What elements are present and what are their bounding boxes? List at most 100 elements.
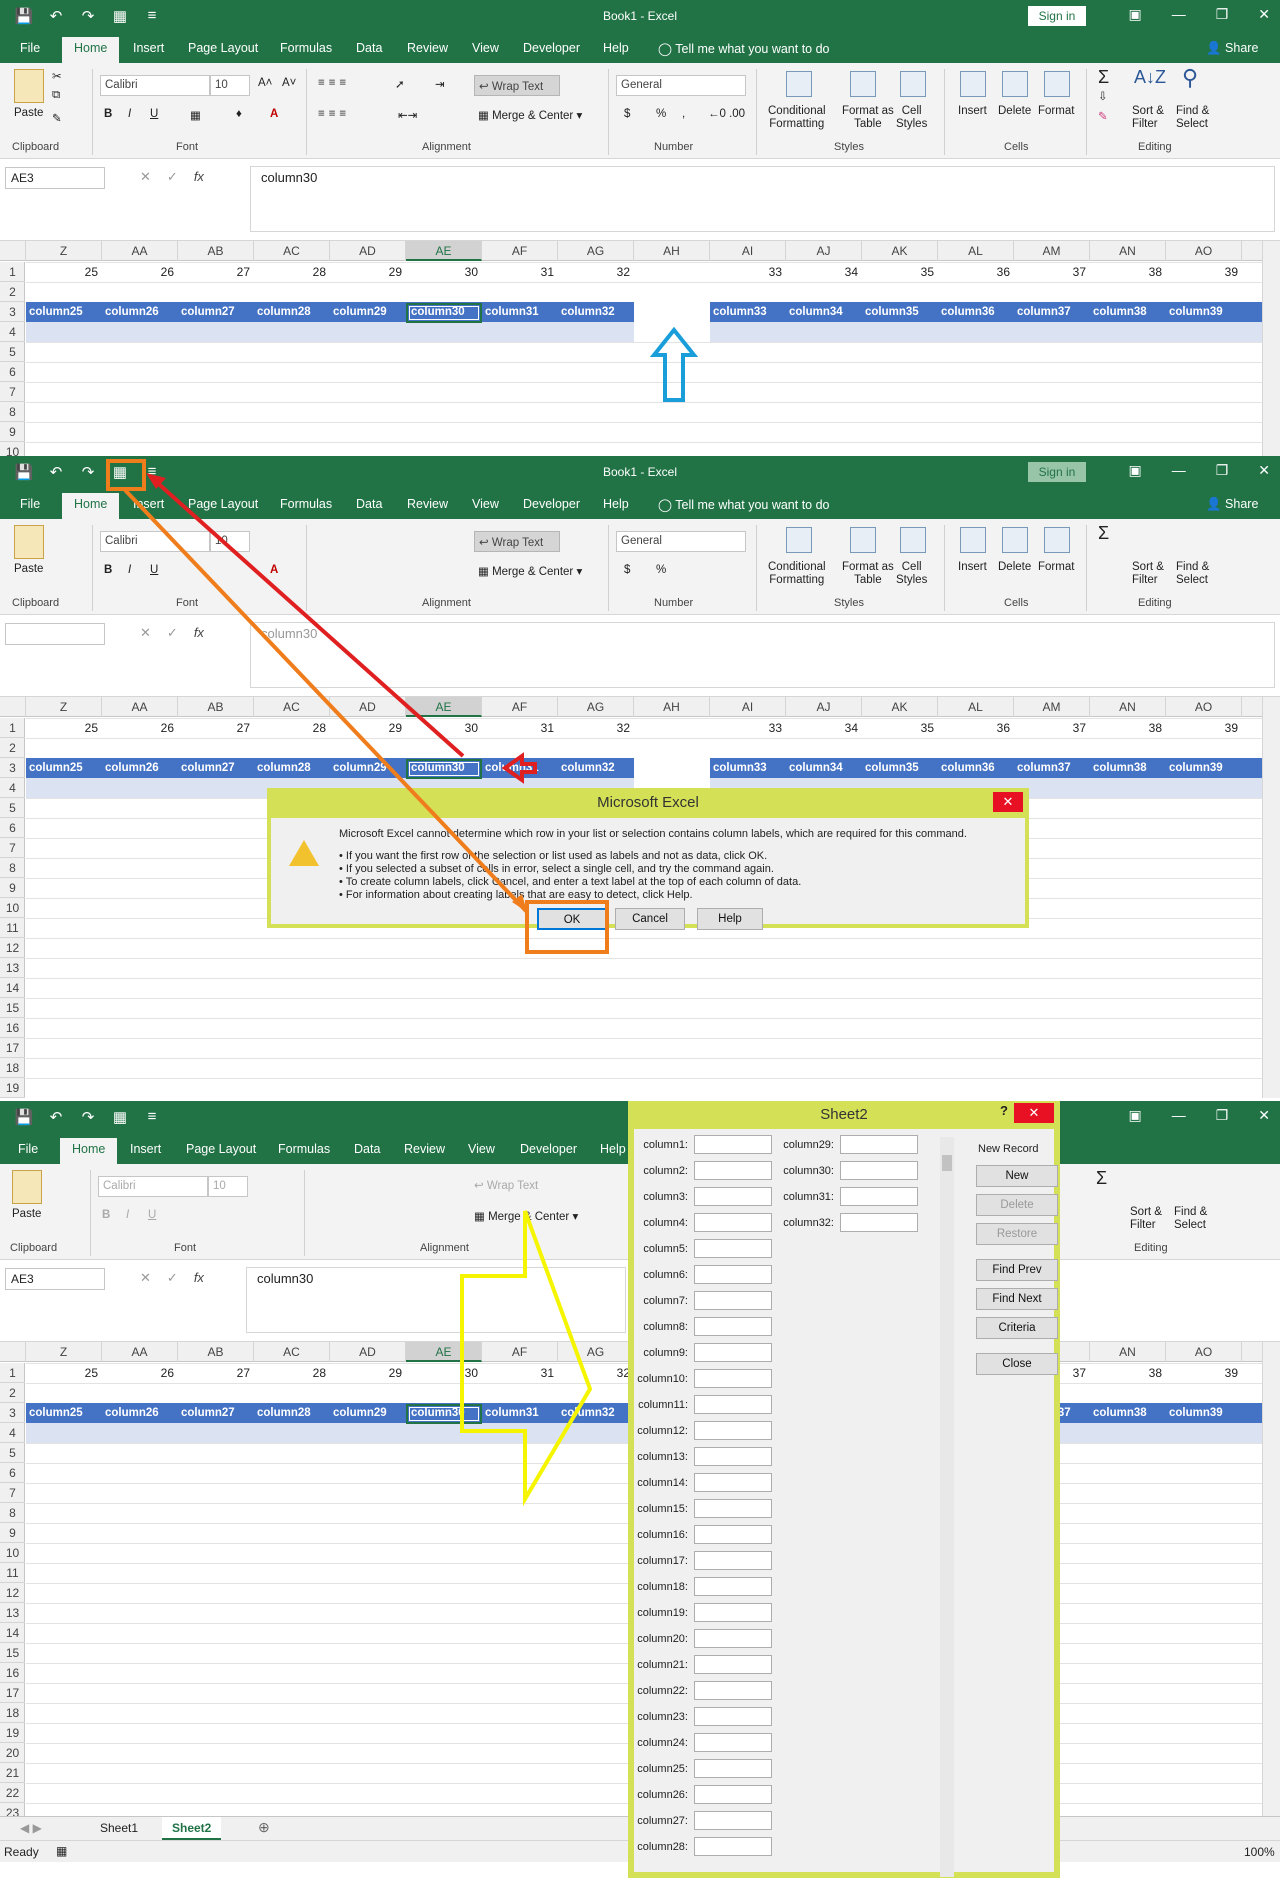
font-color-icon[interactable]: A bbox=[270, 564, 278, 576]
restore-icon[interactable]: ❐ bbox=[1216, 462, 1229, 479]
cell-row1[interactable]: 27 bbox=[178, 263, 254, 283]
cell-row1[interactable]: 34 bbox=[786, 719, 862, 739]
table-header-cell[interactable]: column28 bbox=[254, 1404, 330, 1424]
underline-button[interactable]: U bbox=[148, 1209, 156, 1221]
column-header-ag[interactable]: AG bbox=[558, 241, 634, 261]
cell-row1[interactable]: 35 bbox=[862, 263, 938, 283]
restore-icon[interactable]: ❐ bbox=[1216, 6, 1229, 23]
tab-insert[interactable]: Insert bbox=[133, 497, 164, 511]
column-header-ai[interactable]: AI bbox=[710, 697, 786, 717]
row-header-2[interactable]: 2 bbox=[0, 282, 25, 302]
form-scrollbar[interactable] bbox=[940, 1137, 954, 1877]
table-header-cell[interactable]: column27 bbox=[178, 303, 254, 323]
form-field-input[interactable] bbox=[694, 1291, 772, 1310]
column-header-an[interactable]: AN bbox=[1090, 241, 1166, 261]
select-all-corner[interactable] bbox=[0, 697, 26, 717]
table-header-cell[interactable]: column26 bbox=[102, 759, 178, 779]
ribbon-display-icon[interactable]: ▣ bbox=[1128, 6, 1141, 23]
row-header-4[interactable]: 4 bbox=[0, 322, 25, 342]
insert-cells-button[interactable]: Insert bbox=[958, 561, 987, 573]
undo-icon[interactable]: ↶ bbox=[46, 1108, 66, 1126]
row-header-8[interactable]: 8 bbox=[0, 1503, 25, 1523]
cell-row1[interactable]: 39 bbox=[1166, 263, 1242, 283]
cell-row1[interactable]: 25 bbox=[26, 1364, 102, 1384]
tell-me-search[interactable]: ◯ Tell me what you want to do bbox=[658, 497, 830, 512]
form-restore-button[interactable]: Restore bbox=[976, 1223, 1058, 1245]
format-painter-icon[interactable]: ✎ bbox=[52, 111, 62, 125]
autosum-icon[interactable]: Σ bbox=[1098, 523, 1109, 544]
column-header-ac[interactable]: AC bbox=[254, 697, 330, 717]
column-header-af[interactable]: AF bbox=[482, 697, 558, 717]
cell-row1[interactable]: 36 bbox=[938, 719, 1014, 739]
table-header-cell[interactable]: column39 bbox=[1166, 759, 1242, 779]
form-field-input[interactable] bbox=[694, 1655, 772, 1674]
cancel-entry-icon[interactable]: ✕ bbox=[140, 625, 167, 640]
sign-in-button[interactable]: Sign in bbox=[1028, 462, 1086, 482]
format-cells-button[interactable]: Format bbox=[1038, 105, 1074, 117]
row-header-8[interactable]: 8 bbox=[0, 402, 25, 422]
tab-file[interactable]: File bbox=[20, 497, 40, 511]
form-scrollbar-thumb[interactable] bbox=[942, 1155, 952, 1171]
table-header-cell[interactable]: column35 bbox=[862, 303, 938, 323]
table-header-cell[interactable]: column27 bbox=[178, 759, 254, 779]
form-field-input[interactable] bbox=[840, 1187, 918, 1206]
cell-row1[interactable]: 25 bbox=[26, 719, 102, 739]
insert-cells-icon[interactable] bbox=[960, 527, 986, 553]
row-header-13[interactable]: 13 bbox=[0, 958, 25, 978]
enter-icon[interactable]: ✓ bbox=[167, 625, 194, 640]
number-format-select[interactable]: General bbox=[616, 531, 746, 552]
cell-row1[interactable]: 38 bbox=[1090, 719, 1166, 739]
empty-column-ah[interactable] bbox=[634, 302, 710, 342]
column-header-am[interactable]: AM bbox=[1014, 241, 1090, 261]
close-icon[interactable]: ✕ bbox=[1258, 6, 1270, 23]
table-header-cell[interactable]: column31 bbox=[482, 759, 558, 779]
row-header-8[interactable]: 8 bbox=[0, 858, 25, 878]
row-header-3[interactable]: 3 bbox=[0, 758, 25, 778]
table-header-cell[interactable]: column33 bbox=[710, 759, 786, 779]
bold-button[interactable]: B bbox=[102, 1209, 110, 1221]
table-header-cell[interactable]: column25 bbox=[26, 1404, 102, 1424]
table-header-cell[interactable]: column35 bbox=[862, 759, 938, 779]
cell-row1[interactable]: 34 bbox=[786, 263, 862, 283]
form-field-input[interactable] bbox=[694, 1473, 772, 1492]
italic-button[interactable]: I bbox=[128, 564, 131, 576]
row-header-20[interactable]: 20 bbox=[0, 1743, 25, 1763]
row-header-21[interactable]: 21 bbox=[0, 1763, 25, 1783]
name-box[interactable]: AE3 bbox=[5, 167, 105, 189]
cell-row1[interactable]: 30 bbox=[406, 719, 482, 739]
form-field-input[interactable] bbox=[694, 1213, 772, 1232]
column-header-z[interactable]: Z bbox=[26, 1342, 102, 1362]
table-header-cell[interactable]: column29 bbox=[330, 303, 406, 323]
currency-button[interactable]: $ bbox=[624, 564, 630, 576]
row-header-4[interactable]: 4 bbox=[0, 1423, 25, 1443]
form-icon[interactable]: ▦ bbox=[110, 1108, 130, 1126]
enter-icon[interactable]: ✓ bbox=[167, 1270, 194, 1285]
column-header-am[interactable]: AM bbox=[1014, 697, 1090, 717]
form-field-input[interactable] bbox=[694, 1577, 772, 1596]
ribbon-display-icon[interactable]: ▣ bbox=[1128, 1107, 1141, 1124]
table-header-cell[interactable]: column31 bbox=[482, 303, 558, 323]
column-header-aj[interactable]: AJ bbox=[786, 697, 862, 717]
format-cells-icon[interactable] bbox=[1044, 71, 1070, 97]
tab-data[interactable]: Data bbox=[356, 497, 382, 511]
form-field-input[interactable] bbox=[694, 1525, 772, 1544]
table-header-cell[interactable]: column38 bbox=[1090, 303, 1166, 323]
row-header-16[interactable]: 16 bbox=[0, 1663, 25, 1683]
find-select-button[interactable]: Find & Select bbox=[1176, 105, 1209, 131]
cell-row1[interactable]: 30 bbox=[406, 263, 482, 283]
share-button[interactable]: 👤 Share bbox=[1206, 497, 1258, 512]
enter-icon[interactable]: ✓ bbox=[167, 169, 194, 184]
wrap-text-button[interactable]: ↩ Wrap Text bbox=[474, 75, 560, 96]
form-field-input[interactable] bbox=[840, 1161, 918, 1180]
row-header-5[interactable]: 5 bbox=[0, 1443, 25, 1463]
form-field-input[interactable] bbox=[694, 1265, 772, 1284]
column-header-af[interactable]: AF bbox=[482, 241, 558, 261]
cancel-button[interactable]: Cancel bbox=[615, 908, 685, 930]
tab-developer[interactable]: Developer bbox=[520, 1142, 577, 1156]
conditional-formatting-icon[interactable] bbox=[786, 71, 812, 97]
cell-row1[interactable]: 25 bbox=[26, 263, 102, 283]
tab-view[interactable]: View bbox=[468, 1142, 495, 1156]
table-header-cell[interactable]: column25 bbox=[26, 759, 102, 779]
row-header-6[interactable]: 6 bbox=[0, 1463, 25, 1483]
form-field-input[interactable] bbox=[694, 1187, 772, 1206]
